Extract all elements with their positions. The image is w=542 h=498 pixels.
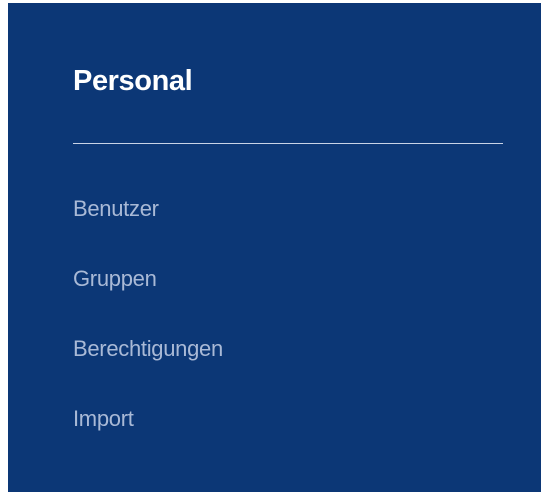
sidebar-link-berechtigungen[interactable]: Berechtigungen [73, 333, 223, 365]
sidebar-panel: Personal Benutzer Gruppen Berechtigungen… [8, 3, 541, 492]
sidebar-item-import: Import [73, 403, 223, 473]
sidebar-item-benutzer: Benutzer [73, 193, 223, 263]
sidebar-item-berechtigungen: Berechtigungen [73, 333, 223, 403]
sidebar-item-gruppen: Gruppen [73, 263, 223, 333]
sidebar-link-import[interactable]: Import [73, 403, 134, 435]
sidebar-menu: Benutzer Gruppen Berechtigungen Import [73, 193, 223, 473]
section-title: Personal [73, 65, 193, 97]
title-divider [73, 143, 503, 144]
sidebar-link-gruppen[interactable]: Gruppen [73, 263, 157, 295]
sidebar-link-benutzer[interactable]: Benutzer [73, 193, 159, 225]
